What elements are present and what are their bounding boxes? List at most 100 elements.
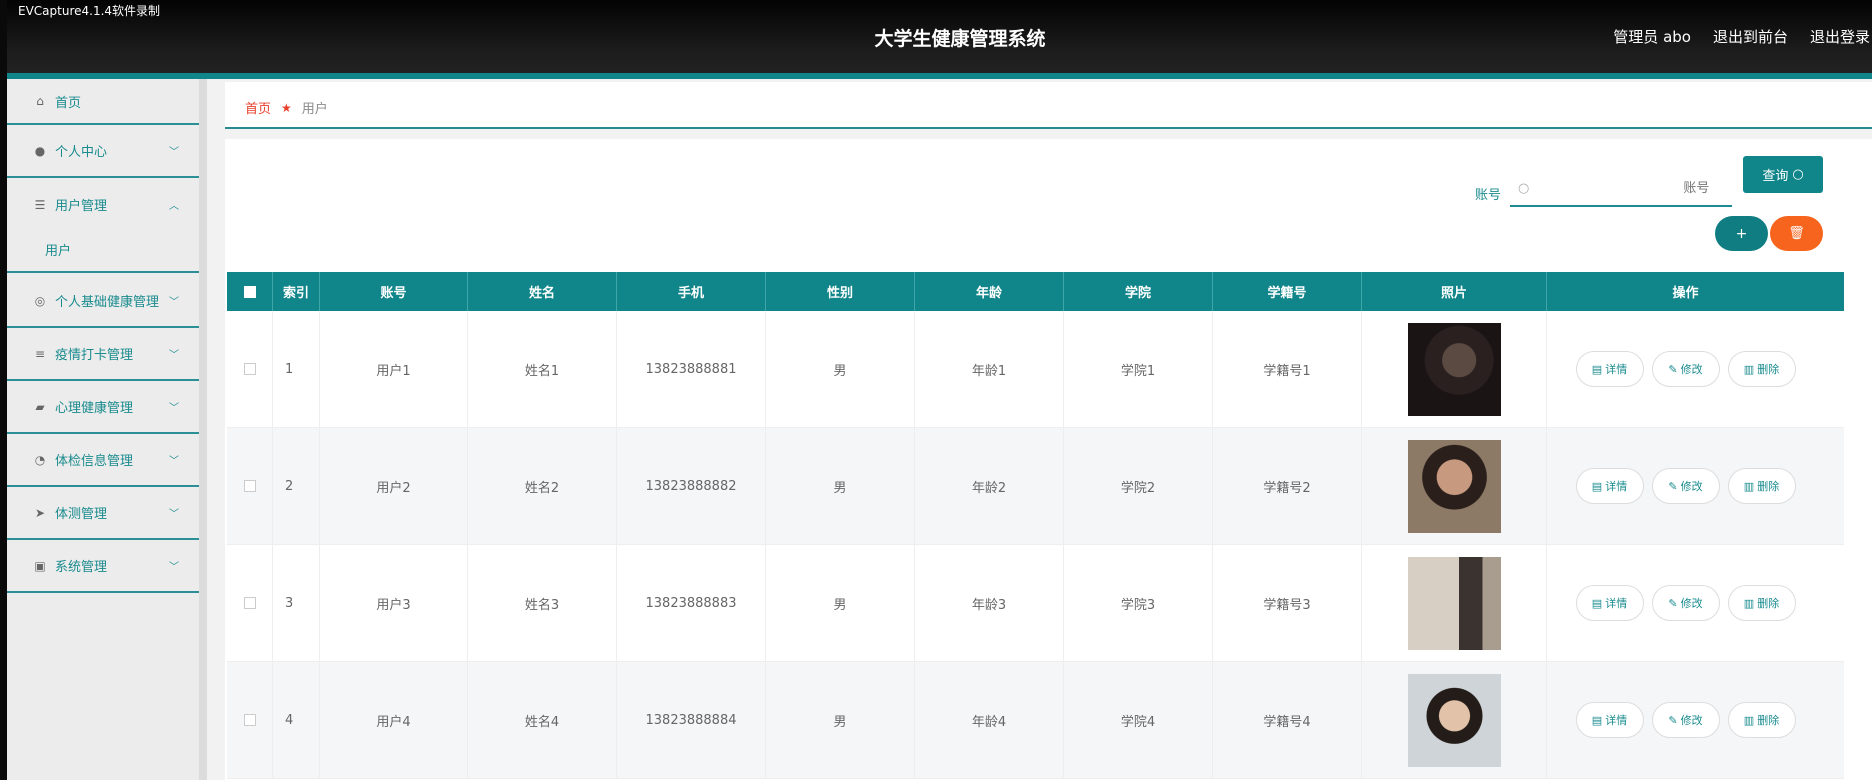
column-header: 照片 [1362,272,1547,311]
column-header: 学籍号 [1213,272,1362,311]
breadcrumb-current: 用户 [301,102,328,117]
logout-link[interactable]: 退出登录 [1810,26,1870,47]
edit-label: 修改 [1680,480,1703,493]
table-header: 索引 账号 姓名 手机 性别 年龄 学院 学籍号 照片 操作 [227,272,1844,311]
sidebar-item-label: 体检信息管理 [55,454,134,469]
breadcrumb-home[interactable]: 首页 [245,98,271,117]
cell-index: 2 [273,428,320,544]
cell-student_no: 学籍号1 [1213,311,1362,427]
sidebar-item-personal-center[interactable]: ● 个人中心 ﹀ [7,125,199,178]
sidebar: ⌂ 首页 ● 个人中心 ﹀ ☰ 用户管理 ︿ 用户 ◎ 个人基础健康管理 ﹀ ≡ 疫情打卡管理 ﹀… [7,79,199,780]
cell-age: 年龄4 [915,662,1064,778]
sidebar-item-fitness-test[interactable]: ➤ 体测管理 ﹀ [7,487,199,540]
sidebar-item-home[interactable]: ⌂ 首页 [7,79,199,125]
sidebar-item-system[interactable]: ▣ 系统管理 ﹀ [7,540,199,593]
edit-icon: ✎ [1668,713,1678,727]
table-row: 1 用户1 姓名1 13823888881 男年龄1 学院1 学籍号1 ▤ 详情 ✎ 修改 ▥ 删… [227,311,1844,428]
cell-account: 用户1 [320,311,468,427]
add-button[interactable]: + [1715,216,1768,251]
window-edge [0,0,7,780]
delete-button[interactable]: ▥ 删除 [1727,702,1796,738]
row-checkbox[interactable] [227,662,273,778]
sidebar-subitem-user[interactable]: 用户 [7,227,199,273]
delete-button[interactable]: ▥ 删除 [1727,585,1796,621]
cell-phone: 13823888882 [617,428,766,544]
edit-button[interactable]: ✎ 修改 [1651,702,1720,738]
list-icon: ≡ [34,346,46,361]
cell-actions: ▤ 详情 ✎ 修改 ▥ 删除 [1547,428,1824,544]
gauge-icon: ◔ [34,452,46,467]
cell-photo [1362,311,1547,427]
row-checkbox[interactable] [227,428,273,544]
row-checkbox[interactable] [227,545,273,661]
cell-age: 年龄2 [915,428,1064,544]
detail-button[interactable]: ▤ 详情 [1575,702,1644,738]
detail-label: 详情 [1605,363,1628,376]
edit-label: 修改 [1680,597,1703,610]
column-header: 操作 [1672,286,1699,301]
cell-gender: 男 [766,545,915,661]
user-table: 索引 账号 姓名 手机 性别 年龄 学院 学籍号 照片 操作 1 用户1 姓名1 13… [227,272,1844,779]
cell-index: 4 [273,662,320,778]
sidebar-item-label: 用户管理 [55,199,108,214]
search-input[interactable] [1529,180,1710,196]
column-header: 索引 [273,272,320,311]
detail-label: 详情 [1605,480,1628,493]
trash-icon: 🗑 [1788,226,1805,241]
cell-index: 3 [273,545,320,661]
delete-button[interactable]: ▥ 删除 [1727,468,1796,504]
detail-label: 详情 [1605,597,1628,610]
sidebar-item-label: 体测管理 [55,507,108,522]
trash-icon: ▥ [1743,362,1755,376]
sidebar-item-label: 用户 [45,243,72,259]
sidebar-item-physical-exam[interactable]: ◔ 体检信息管理 ﹀ [7,434,199,487]
sidebar-item-mental-health[interactable]: ▰ 心理健康管理 ﹀ [7,381,199,434]
edit-button[interactable]: ✎ 修改 [1651,585,1720,621]
search-field[interactable]: ○ [1510,171,1732,207]
row-checkbox[interactable] [227,311,273,427]
select-all-checkbox[interactable] [227,272,273,311]
column-header: 性别 [766,272,915,311]
cell-name: 姓名1 [468,311,617,427]
query-button[interactable]: 查询 ○ [1743,156,1823,193]
breadcrumb: 首页 ★ 用户 [225,82,1872,129]
cell-college: 学院2 [1064,428,1213,544]
delete-button[interactable]: ▥ 删除 [1727,351,1796,387]
batch-delete-button[interactable]: 🗑 [1770,216,1823,251]
edit-icon: ✎ [1668,479,1678,493]
delete-label: 删除 [1757,363,1780,376]
chevron-down-icon: ﹀ [169,350,179,361]
cell-account: 用户2 [320,428,468,544]
user-photo [1407,439,1501,533]
sliders-icon: ☰ [34,197,46,212]
cell-phone: 13823888884 [617,662,766,778]
column-header: 学院 [1064,272,1213,311]
cell-student_no: 学籍号2 [1213,428,1362,544]
delete-label: 删除 [1757,480,1780,493]
sidebar-item-epidemic-checkin[interactable]: ≡ 疫情打卡管理 ﹀ [7,328,199,381]
edit-button[interactable]: ✎ 修改 [1651,468,1720,504]
chevron-down-icon: ﹀ [169,509,179,520]
cell-age: 年龄1 [915,311,1064,427]
cell-phone: 13823888881 [617,311,766,427]
column-header: 年龄 [915,272,1064,311]
delete-label: 删除 [1757,714,1780,727]
cell-actions: ▤ 详情 ✎ 修改 ▥ 删除 [1547,662,1824,778]
admin-label[interactable]: 管理员 abo [1613,26,1691,47]
sidebar-item-user-management[interactable]: ☰ 用户管理 ︿ [7,178,199,231]
detail-button[interactable]: ▤ 详情 [1575,468,1644,504]
edit-button[interactable]: ✎ 修改 [1651,351,1720,387]
cell-college: 学院1 [1064,311,1213,427]
sidebar-item-label: 系统管理 [55,560,108,575]
exit-to-front-link[interactable]: 退出到前台 [1713,26,1788,47]
chevron-down-icon: ﹀ [169,147,179,158]
sidebar-item-label: 心理健康管理 [55,401,134,416]
cell-phone: 13823888883 [617,545,766,661]
cell-gender: 男 [766,662,915,778]
cell-college: 学院3 [1064,545,1213,661]
sidebar-item-basic-health[interactable]: ◎ 个人基础健康管理 ﹀ [7,275,199,328]
user-photo [1407,673,1501,767]
detail-button[interactable]: ▤ 详情 [1575,351,1644,387]
detail-button[interactable]: ▤ 详情 [1575,585,1644,621]
edit-label: 修改 [1680,714,1703,727]
